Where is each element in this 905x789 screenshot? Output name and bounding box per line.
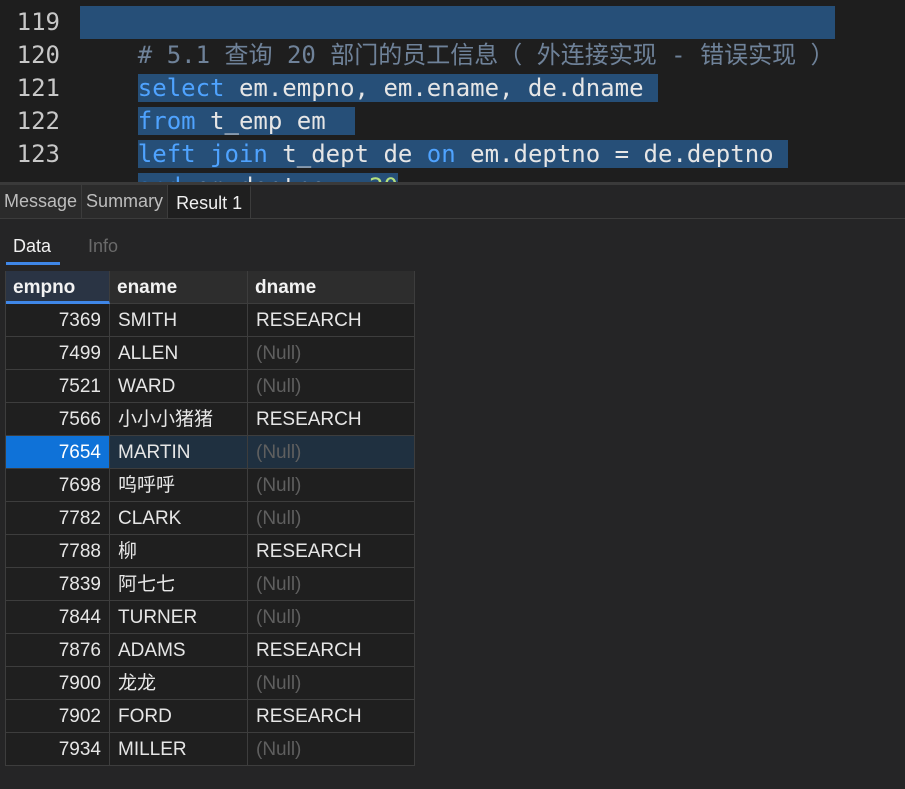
table-row[interactable]: 7499 ALLEN (Null) — [6, 337, 415, 370]
cell-ename[interactable]: FORD — [110, 700, 248, 733]
sql-number: 20 — [369, 173, 398, 182]
sql-keyword: and — [138, 173, 181, 182]
cell-empno[interactable]: 7902 — [6, 700, 110, 733]
cell-dname[interactable]: (Null) — [248, 502, 415, 535]
cell-ename[interactable]: MARTIN — [110, 436, 248, 469]
code-line-and[interactable]: and em.deptno = 20 — [80, 138, 398, 182]
table-row[interactable]: 7782 CLARK (Null) — [6, 502, 415, 535]
cell-dname[interactable]: RESEARCH — [248, 634, 415, 667]
cell-empno[interactable]: 7499 — [6, 337, 110, 370]
result-tabs: Message Summary Result 1 — [0, 185, 252, 218]
cell-ename[interactable]: 柳 — [110, 535, 248, 568]
cell-dname[interactable]: RESEARCH — [248, 403, 415, 436]
cell-ename[interactable]: TURNER — [110, 601, 248, 634]
column-header-empno[interactable]: empno — [6, 271, 110, 304]
sql-editor[interactable]: 119 120 121 122 123 # 5.1 查询 20 部门的员工信息（… — [0, 0, 905, 182]
table-row[interactable]: 7369 SMITH RESEARCH — [6, 304, 415, 337]
tab-result-1[interactable]: Result 1 — [168, 185, 252, 218]
cell-dname[interactable]: RESEARCH — [248, 700, 415, 733]
line-number-gutter: 119 120 121 122 123 — [0, 0, 72, 182]
cell-empno[interactable]: 7900 — [6, 667, 110, 700]
table-row[interactable]: 7844 TURNER (Null) — [6, 601, 415, 634]
cell-empno[interactable]: 7839 — [6, 568, 110, 601]
subtab-info[interactable]: Info — [88, 231, 118, 261]
table-row[interactable]: 7934 MILLER (Null) — [6, 733, 415, 766]
cell-dname[interactable]: RESEARCH — [248, 535, 415, 568]
table-row[interactable]: 7900 龙龙 (Null) — [6, 667, 415, 700]
cell-empno[interactable]: 7844 — [6, 601, 110, 634]
cell-empno[interactable]: 7934 — [6, 733, 110, 766]
line-number: 122 — [16, 107, 60, 135]
cell-ename[interactable]: 呜呼呼 — [110, 469, 248, 502]
cell-empno[interactable]: 7521 — [6, 370, 110, 403]
cell-ename[interactable]: SMITH — [110, 304, 248, 337]
tab-summary[interactable]: Summary — [82, 185, 169, 218]
cell-dname[interactable]: (Null) — [248, 601, 415, 634]
table-row[interactable]: 7902 FORD RESEARCH — [6, 700, 415, 733]
cell-empno[interactable]: 7782 — [6, 502, 110, 535]
sql-text: em.deptno = — [181, 173, 369, 182]
code-line-from[interactable]: from t_emp em — [80, 72, 355, 135]
line-number: 123 — [16, 140, 60, 168]
header-row: empno ename dname — [6, 271, 415, 304]
cell-ename[interactable]: ALLEN — [110, 337, 248, 370]
cell-dname[interactable]: (Null) — [248, 337, 415, 370]
column-header-dname[interactable]: dname — [248, 271, 415, 304]
cell-dname[interactable]: RESEARCH — [248, 304, 415, 337]
cell-empno[interactable]: 7566 — [6, 403, 110, 436]
tab-message[interactable]: Message — [0, 185, 83, 218]
line-number: 120 — [16, 41, 60, 69]
cell-dname[interactable]: (Null) — [248, 733, 415, 766]
column-header-ename[interactable]: ename — [110, 271, 248, 304]
result-panel: Message Summary Result 1 Data Info empno… — [0, 182, 905, 789]
cell-dname[interactable]: (Null) — [248, 568, 415, 601]
table-row[interactable]: 7788 柳 RESEARCH — [6, 535, 415, 568]
line-number: 121 — [16, 74, 60, 102]
table-row[interactable]: 7521 WARD (Null) — [6, 370, 415, 403]
code-line-comment[interactable]: # 5.1 查询 20 部门的员工信息（ 外连接实现 - 错误实现 ） — [80, 6, 835, 69]
cell-empno[interactable]: 7369 — [6, 304, 110, 337]
cell-dname[interactable]: (Null) — [248, 667, 415, 700]
code-line-join[interactable]: left join t_dept de on em.deptno = de.de… — [80, 105, 789, 168]
cell-dname[interactable]: (Null) — [248, 436, 415, 469]
cell-empno[interactable]: 7698 — [6, 469, 110, 502]
subtab-data[interactable]: Data — [13, 231, 51, 261]
cell-ename[interactable]: 阿七七 — [110, 568, 248, 601]
code-line-select[interactable]: select em.empno, em.ename, de.dname — [80, 39, 658, 102]
cell-dname[interactable]: (Null) — [248, 370, 415, 403]
sql-text: em.deptno = de.deptno — [455, 140, 789, 168]
cell-empno[interactable]: 7654 — [6, 436, 110, 469]
cell-ename[interactable]: 小小小猪猪 — [110, 403, 248, 436]
table-row[interactable]: 7876 ADAMS RESEARCH — [6, 634, 415, 667]
table-row[interactable]: 7698 呜呼呼 (Null) — [6, 469, 415, 502]
cell-ename[interactable]: 龙龙 — [110, 667, 248, 700]
line-number: 119 — [16, 8, 60, 36]
active-subtab-indicator — [6, 262, 60, 265]
table-row[interactable]: 7654 MARTIN (Null) — [6, 436, 415, 469]
cell-dname[interactable]: (Null) — [248, 469, 415, 502]
cell-ename[interactable]: ADAMS — [110, 634, 248, 667]
sql-keyword: on — [426, 140, 456, 168]
tabs-divider — [0, 218, 905, 219]
cell-empno[interactable]: 7788 — [6, 535, 110, 568]
cell-ename[interactable]: WARD — [110, 370, 248, 403]
table-row[interactable]: 7566 小小小猪猪 RESEARCH — [6, 403, 415, 436]
table-row[interactable]: 7839 阿七七 (Null) — [6, 568, 415, 601]
cell-empno[interactable]: 7876 — [6, 634, 110, 667]
cell-ename[interactable]: CLARK — [110, 502, 248, 535]
cell-ename[interactable]: MILLER — [110, 733, 248, 766]
